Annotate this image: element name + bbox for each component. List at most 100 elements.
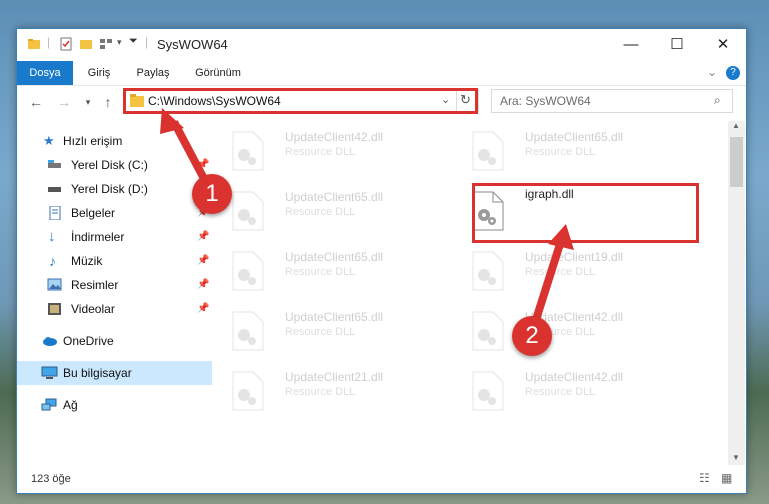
dll-file-icon [232, 131, 264, 171]
dll-file-icon [472, 371, 504, 411]
file-item[interactable]: UpdateClient65.dll Resource DLL [453, 123, 678, 175]
sidebar-item-label: Bu bilgisayar [63, 366, 132, 380]
sidebar-item-quick-access[interactable]: ★ Hızlı erişim [17, 129, 212, 153]
tab-view[interactable]: Görünüm [187, 61, 249, 85]
file-highlight-box [472, 183, 699, 243]
sidebar-item-label: Yerel Disk (D:) [71, 182, 148, 196]
sidebar-item-label: Videolar [71, 302, 115, 316]
dll-file-icon [232, 251, 264, 291]
forward-arrow-icon[interactable]: → [55, 93, 73, 111]
pin-icon: 📌 [197, 279, 210, 290]
details-view-icon[interactable]: ☷ [699, 471, 710, 485]
file-name: UpdateClient21.dll [285, 370, 384, 384]
help-icon[interactable]: ? [726, 66, 740, 80]
search-icon[interactable]: ⌕ [714, 93, 721, 108]
back-arrow-icon[interactable]: ← [27, 93, 45, 111]
file-item[interactable]: UpdateClient42.dll Resource DLL [453, 363, 678, 415]
network-icon [41, 398, 57, 411]
sidebar-item-label: Belgeler [71, 206, 116, 220]
file-item[interactable]: UpdateClient42.dll Resource DLL [213, 123, 438, 175]
customize-toolbar-icon[interactable]: ⏷ [129, 35, 138, 48]
tab-share[interactable]: Paylaş [125, 61, 181, 85]
videos-icon [48, 303, 61, 315]
dll-file-icon [472, 251, 504, 291]
folder-icon [28, 39, 40, 49]
sidebar-item-documents[interactable]: Belgeler 📌 [17, 201, 212, 225]
sidebar-item-label: OneDrive [63, 334, 114, 348]
documents-icon [49, 206, 61, 220]
file-name: UpdateClient65.dll [525, 130, 624, 144]
scroll-up-icon[interactable]: ▲ [732, 121, 740, 130]
drive-icon [48, 160, 61, 168]
file-name: UpdateClient42.dll [525, 370, 624, 384]
navigation-pane: ★ Hızlı erişim Yerel Disk (C:) 📌 Yerel D… [17, 121, 212, 465]
file-item[interactable]: UpdateClient65.dll Resource DLL [213, 303, 438, 355]
sidebar-item-label: Ağ [63, 398, 78, 412]
sidebar-item-local-disk-d[interactable]: Yerel Disk (D:) 📌 [17, 177, 212, 201]
sidebar-item-this-pc[interactable]: Bu bilgisayar [17, 361, 212, 385]
dll-file-icon [232, 371, 264, 411]
file-name: UpdateClient42.dll [285, 130, 384, 144]
file-item[interactable]: UpdateClient65.dll Resource DLL [213, 243, 438, 295]
vertical-scrollbar[interactable]: ▲ ▼ [728, 121, 745, 465]
file-name: UpdateClient65.dll [285, 250, 384, 264]
pin-icon: 📌 [197, 255, 210, 266]
music-icon: ♪ [49, 253, 56, 269]
cloud-icon [43, 337, 57, 346]
pictures-icon [47, 278, 62, 291]
dll-file-icon [232, 311, 264, 351]
sidebar-item-onedrive[interactable]: OneDrive [17, 329, 212, 353]
maximize-button[interactable]: ☐ [654, 29, 700, 61]
scroll-down-icon[interactable]: ▼ [732, 453, 740, 462]
sidebar-item-pictures[interactable]: Resimler 📌 [17, 273, 212, 297]
file-type: Resource DLL [525, 146, 596, 158]
minimize-button[interactable]: — [608, 29, 654, 61]
step-1-badge: 1 [192, 174, 232, 214]
sidebar-item-downloads[interactable]: ↓ İndirmeler 📌 [17, 225, 212, 249]
download-icon: ↓ [48, 228, 56, 245]
file-type: Resource DLL [285, 266, 356, 278]
step-2-badge: 2 [512, 316, 552, 356]
sidebar-item-music[interactable]: ♪ Müzik 📌 [17, 249, 212, 273]
file-item[interactable]: UpdateClient21.dll Resource DLL [213, 363, 438, 415]
file-item[interactable]: UpdateClient65.dll Resource DLL [213, 183, 438, 235]
drive-icon [48, 187, 61, 192]
file-item[interactable]: UpdateClient19.dll Resource DLL [453, 243, 678, 295]
search-input[interactable]: Ara: SysWOW64 ⌕ [491, 89, 733, 113]
tab-home[interactable]: Giriş [77, 61, 121, 85]
file-type: Resource DLL [285, 326, 356, 338]
expand-ribbon-icon[interactable]: ⌄ [707, 65, 717, 79]
sidebar-item-label: Yerel Disk (C:) [71, 158, 148, 172]
dll-file-icon [472, 131, 504, 171]
file-name: UpdateClient65.dll [285, 310, 384, 324]
file-name: UpdateClient19.dll [525, 250, 624, 264]
file-item[interactable]: UpdateClient42.dll Resource DLL [453, 303, 678, 355]
file-type: Resource DLL [285, 386, 356, 398]
view-icon[interactable] [99, 37, 113, 51]
new-folder-icon[interactable] [79, 37, 93, 51]
close-button[interactable]: ✕ [700, 29, 746, 61]
star-icon: ★ [43, 133, 55, 148]
sidebar-item-local-disk-c[interactable]: Yerel Disk (C:) 📌 [17, 153, 212, 177]
file-name: UpdateClient65.dll [285, 190, 384, 204]
pin-icon: 📌 [197, 303, 210, 314]
recent-locations-icon[interactable]: ▾ [79, 93, 97, 111]
scrollbar-thumb[interactable] [730, 137, 743, 187]
chevron-down-icon[interactable]: ▾ [117, 37, 122, 48]
file-type: Resource DLL [285, 206, 356, 218]
dll-file-icon [472, 311, 504, 351]
file-list: UpdateClient42.dll Resource DLL UpdateCl… [213, 121, 728, 465]
sidebar-item-network[interactable]: Ağ [17, 393, 212, 417]
large-icons-view-icon[interactable]: ▦ [721, 471, 732, 485]
up-arrow-icon[interactable]: ↑ [99, 93, 117, 111]
window-title: SysWOW64 [157, 37, 228, 52]
sidebar-item-videos[interactable]: Videolar 📌 [17, 297, 212, 321]
properties-icon[interactable] [59, 37, 73, 51]
address-highlight-box [123, 88, 478, 114]
pin-icon: 📌 [197, 231, 210, 242]
title-bar: | ▾ ⏷ | SysWOW64 — ☐ ✕ [17, 29, 746, 61]
ribbon: Dosya Giriş Paylaş Görünüm ⌄ ? [17, 61, 746, 86]
dll-file-icon [232, 191, 264, 231]
tab-file[interactable]: Dosya [17, 61, 73, 85]
separator: | [145, 35, 149, 49]
